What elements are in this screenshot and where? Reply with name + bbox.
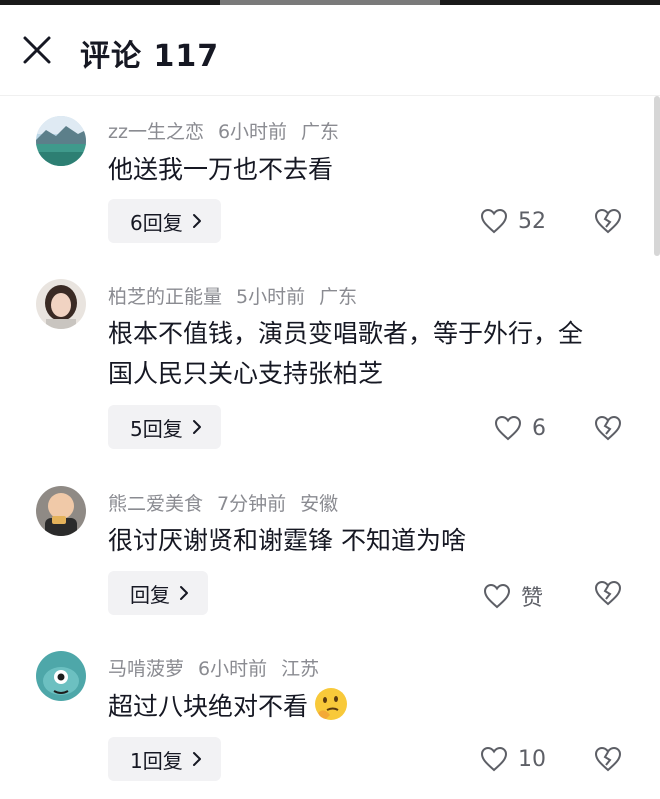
thinking-face-emoji-icon	[315, 688, 348, 720]
broken-heart-icon[interactable]	[594, 415, 622, 441]
broken-heart-icon[interactable]	[594, 746, 622, 772]
chevron-right-icon	[192, 752, 201, 766]
comment-location: 广东	[319, 286, 358, 308]
comments-header: 评论 117	[0, 5, 660, 95]
view-replies-button[interactable]: 5回复	[108, 405, 221, 449]
comment-location: 江苏	[281, 658, 320, 680]
comment-meta: 马啃菠萝 6小时前 江苏	[108, 654, 333, 681]
comment-time: 7分钟前	[217, 493, 287, 515]
like-count: 10	[518, 746, 546, 772]
like-button[interactable]: 6	[494, 415, 546, 441]
broken-heart-icon[interactable]	[594, 208, 622, 234]
reply-label: 1回复	[130, 748, 183, 773]
comment-time: 6小时前	[217, 121, 288, 143]
comment-time: 5小时前	[236, 286, 306, 308]
like-button[interactable]: 10	[480, 746, 546, 772]
comment-username[interactable]: 马啃菠萝	[108, 658, 184, 680]
chevron-right-icon	[192, 420, 201, 434]
comment-meta: 柏芝的正能量 5小时前 广东	[108, 282, 371, 309]
comment-text: 根本不值钱，演员变唱歌者，等于外行，全国人民只关心支持张柏芝	[108, 319, 584, 388]
comment-text: 超过八块绝对不看	[108, 685, 598, 727]
heart-icon	[480, 208, 508, 234]
chevron-right-icon	[180, 586, 188, 600]
cartoon-monster-avatar-image	[36, 651, 86, 701]
comment-location: 安徽	[300, 493, 339, 515]
like-button[interactable]: 赞	[483, 580, 543, 612]
landscape-avatar-image	[36, 116, 86, 166]
comment-time: 6小时前	[198, 658, 268, 680]
comment-username[interactable]: zz一生之恋	[108, 121, 204, 143]
heart-icon	[494, 415, 522, 441]
comment-username[interactable]: 熊二爱美食	[108, 493, 203, 515]
heart-icon	[483, 583, 511, 609]
avatar[interactable]	[36, 651, 86, 701]
like-count: 6	[532, 415, 546, 441]
comment-item: 熊二爱美食 7分钟前 安徽 很讨厌谢贤和谢霆锋 不知道为啥 回复 赞	[0, 484, 660, 624]
header-divider	[0, 95, 660, 96]
reply-button[interactable]: 回复	[108, 571, 208, 615]
close-icon[interactable]	[20, 33, 54, 67]
reply-label: 6回复	[130, 210, 183, 235]
avatar[interactable]	[36, 116, 86, 166]
comment-meta: 熊二爱美食 7分钟前 安徽	[108, 489, 352, 516]
comment-text: 他送我一万也不去看	[108, 155, 334, 184]
comment-item: 马啃菠萝 6小时前 江苏 超过八块绝对不看 1回复 10	[0, 649, 660, 799]
heart-icon	[480, 746, 508, 772]
page-title: 评论 117	[80, 39, 220, 74]
like-button[interactable]: 52	[480, 208, 546, 234]
woman-photo-avatar-image	[36, 279, 86, 329]
like-count: 52	[518, 208, 546, 234]
man-eating-avatar-image	[36, 486, 86, 536]
comment-username[interactable]: 柏芝的正能量	[108, 286, 222, 308]
like-count: 赞	[521, 586, 544, 611]
chevron-right-icon	[192, 214, 201, 228]
reply-label: 回复	[130, 582, 170, 607]
reply-label: 5回复	[130, 416, 183, 441]
broken-heart-icon[interactable]	[594, 580, 622, 606]
comment-location: 广东	[301, 121, 340, 143]
view-replies-button[interactable]: 1回复	[108, 737, 221, 781]
comment-item: zz一生之恋 6小时前 广东 他送我一万也不去看 6回复 52	[0, 112, 660, 252]
avatar[interactable]	[36, 279, 86, 329]
comment-meta: zz一生之恋 6小时前 广东	[108, 117, 353, 144]
comment-text: 很讨厌谢贤和谢霆锋 不知道为啥	[108, 526, 466, 555]
view-replies-button[interactable]: 6回复	[108, 199, 221, 243]
comment-text-content: 超过八块绝对不看	[108, 692, 309, 721]
comment-item: 柏芝的正能量 5小时前 广东 根本不值钱，演员变唱歌者，等于外行，全国人民只关心支持…	[0, 277, 660, 457]
avatar[interactable]	[36, 486, 86, 536]
